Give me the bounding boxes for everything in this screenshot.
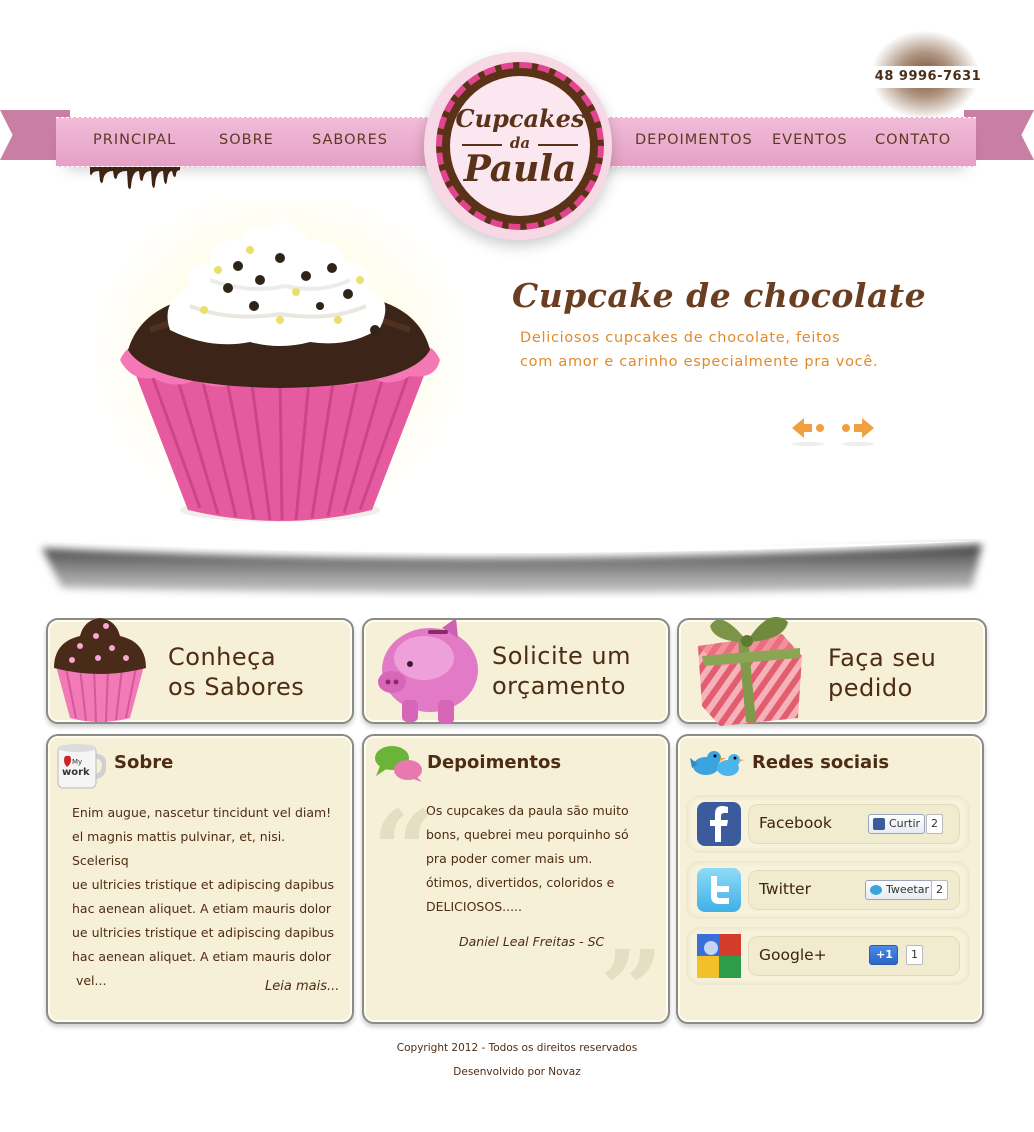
twitter-tweet-count: 2 (931, 880, 948, 900)
piggy-bank-icon (378, 618, 478, 724)
nav-item-principal[interactable]: PRINCIPAL (93, 132, 176, 148)
about-title: Sobre (114, 752, 174, 773)
cta-pedido-line-2: pedido (828, 674, 913, 702)
facebook-like-button[interactable]: Curtir (868, 814, 926, 834)
nav-item-sabores[interactable]: SABORES (312, 132, 388, 148)
testimonials-title: Depoimentos (427, 752, 562, 773)
social-title: Redes sociais (752, 752, 890, 773)
google-plus-one-button[interactable]: +1 (869, 945, 898, 965)
chocolate-cupcake-image (120, 215, 440, 522)
close-quote-icon: ” (600, 926, 664, 1055)
facebook-like-icon (873, 818, 885, 830)
about-text-line: ue ultricies tristique et adipiscing dap… (72, 925, 335, 940)
nav-item-eventos[interactable]: EVENTOS (772, 132, 848, 148)
speech-bubbles-icon (375, 746, 422, 782)
cta-sabores-line-1: Conheça (168, 643, 277, 671)
testimonial-text-line: Os cupcakes da paula são muito (426, 803, 629, 818)
about-text-line: ue ultricies tristique et adipiscing dap… (72, 877, 335, 892)
footer-credit: Desenvolvido por Novaz (453, 1066, 581, 1078)
svg-text:My: My (72, 758, 82, 766)
hero-description-line-1: Deliciosos cupcakes de chocolate, feitos (520, 330, 841, 346)
nav-item-contato[interactable]: CONTATO (875, 132, 951, 148)
twitter-icon[interactable] (697, 868, 741, 912)
footer-copyright: Copyright 2012 - Todos os direitos reser… (396, 1042, 638, 1054)
google-plus-label: Google+ (759, 946, 827, 964)
svg-text:work: work (62, 767, 90, 778)
twitter-label: Twitter (759, 880, 811, 898)
google-plus-icon[interactable] (697, 934, 741, 978)
testimonial-text-line: bons, quebrei meu porquinho só (426, 827, 629, 842)
cta-sabores-line-2: os Sabores (168, 673, 305, 701)
nav-item-depoimentos[interactable]: DEPOIMENTOS (635, 132, 753, 148)
testimonial-text: Os cupcakes da paula são muito bons, que… (426, 799, 656, 919)
slider-next-arrow-icon[interactable] (836, 412, 876, 446)
about-text-line: hac aenean aliquet. A etiam mauris dolor (72, 901, 332, 916)
logo-text-paula: Paula (463, 148, 577, 190)
twitter-tweet-label: Tweetar (886, 883, 930, 896)
cta-pedido-text: Faça seu pedido (828, 643, 936, 703)
nav-item-sobre[interactable]: SOBRE (219, 132, 274, 148)
facebook-label: Facebook (759, 814, 832, 832)
hero-description: Deliciosos cupcakes de chocolate, feitos… (520, 326, 920, 374)
cta-pedido-line-1: Faça seu (828, 644, 937, 672)
cta-orcamento-text: Solicite um orçamento (492, 641, 631, 701)
testimonial-text-line: pra poder comer mais um. (426, 851, 593, 866)
hero-description-line-2: com amor e carinho especialmente pra voc… (520, 354, 879, 370)
testimonial-author: Daniel Leal Freitas - SC (459, 934, 605, 949)
phone-number: 48 9996-7631 (848, 66, 1008, 88)
testimonial-text-line: ótimos, divertidos, coloridos e (426, 875, 615, 890)
cta-sabores-text: Conheça os Sabores (168, 642, 304, 702)
cta-orcamento-line-1: Solicite um (492, 642, 632, 670)
twitter-birds-icon (690, 751, 744, 776)
google-plus-one-count: 1 (906, 945, 923, 965)
testimonial-text-line: DELICIOSOS..... (426, 899, 523, 914)
logo-divider-right (538, 144, 578, 146)
cupcake-icon (54, 618, 146, 723)
about-text: Enim augue, nascetur tincidunt vel diam!… (72, 801, 342, 993)
twitter-tweet-button[interactable]: Tweetar (865, 880, 935, 900)
slider-prev-arrow-icon[interactable] (790, 412, 830, 446)
gift-box-icon (698, 616, 802, 726)
hero-title: Cupcake de chocolate (512, 276, 927, 315)
cta-orcamento-line-2: orçamento (492, 672, 626, 700)
facebook-icon[interactable] (697, 802, 741, 846)
about-text-line: Enim augue, nascetur tincidunt vel diam! (72, 805, 332, 820)
read-more-link[interactable]: Leia mais... (265, 979, 339, 994)
hero-shadow-band (22, 540, 997, 593)
logo-text-cupcakes: Cupcakes (455, 104, 585, 133)
chocolate-drips-decoration (90, 167, 180, 189)
twitter-bird-icon (870, 885, 882, 895)
about-text-line: el magnis mattis pulvinar, et, nisi. Sce… (72, 829, 286, 868)
facebook-like-label: Curtir (889, 817, 921, 830)
about-text-line: hac aenean aliquet. A etiam mauris dolor (72, 949, 332, 964)
mug-icon: My work (57, 744, 106, 789)
facebook-like-count: 2 (926, 814, 943, 834)
